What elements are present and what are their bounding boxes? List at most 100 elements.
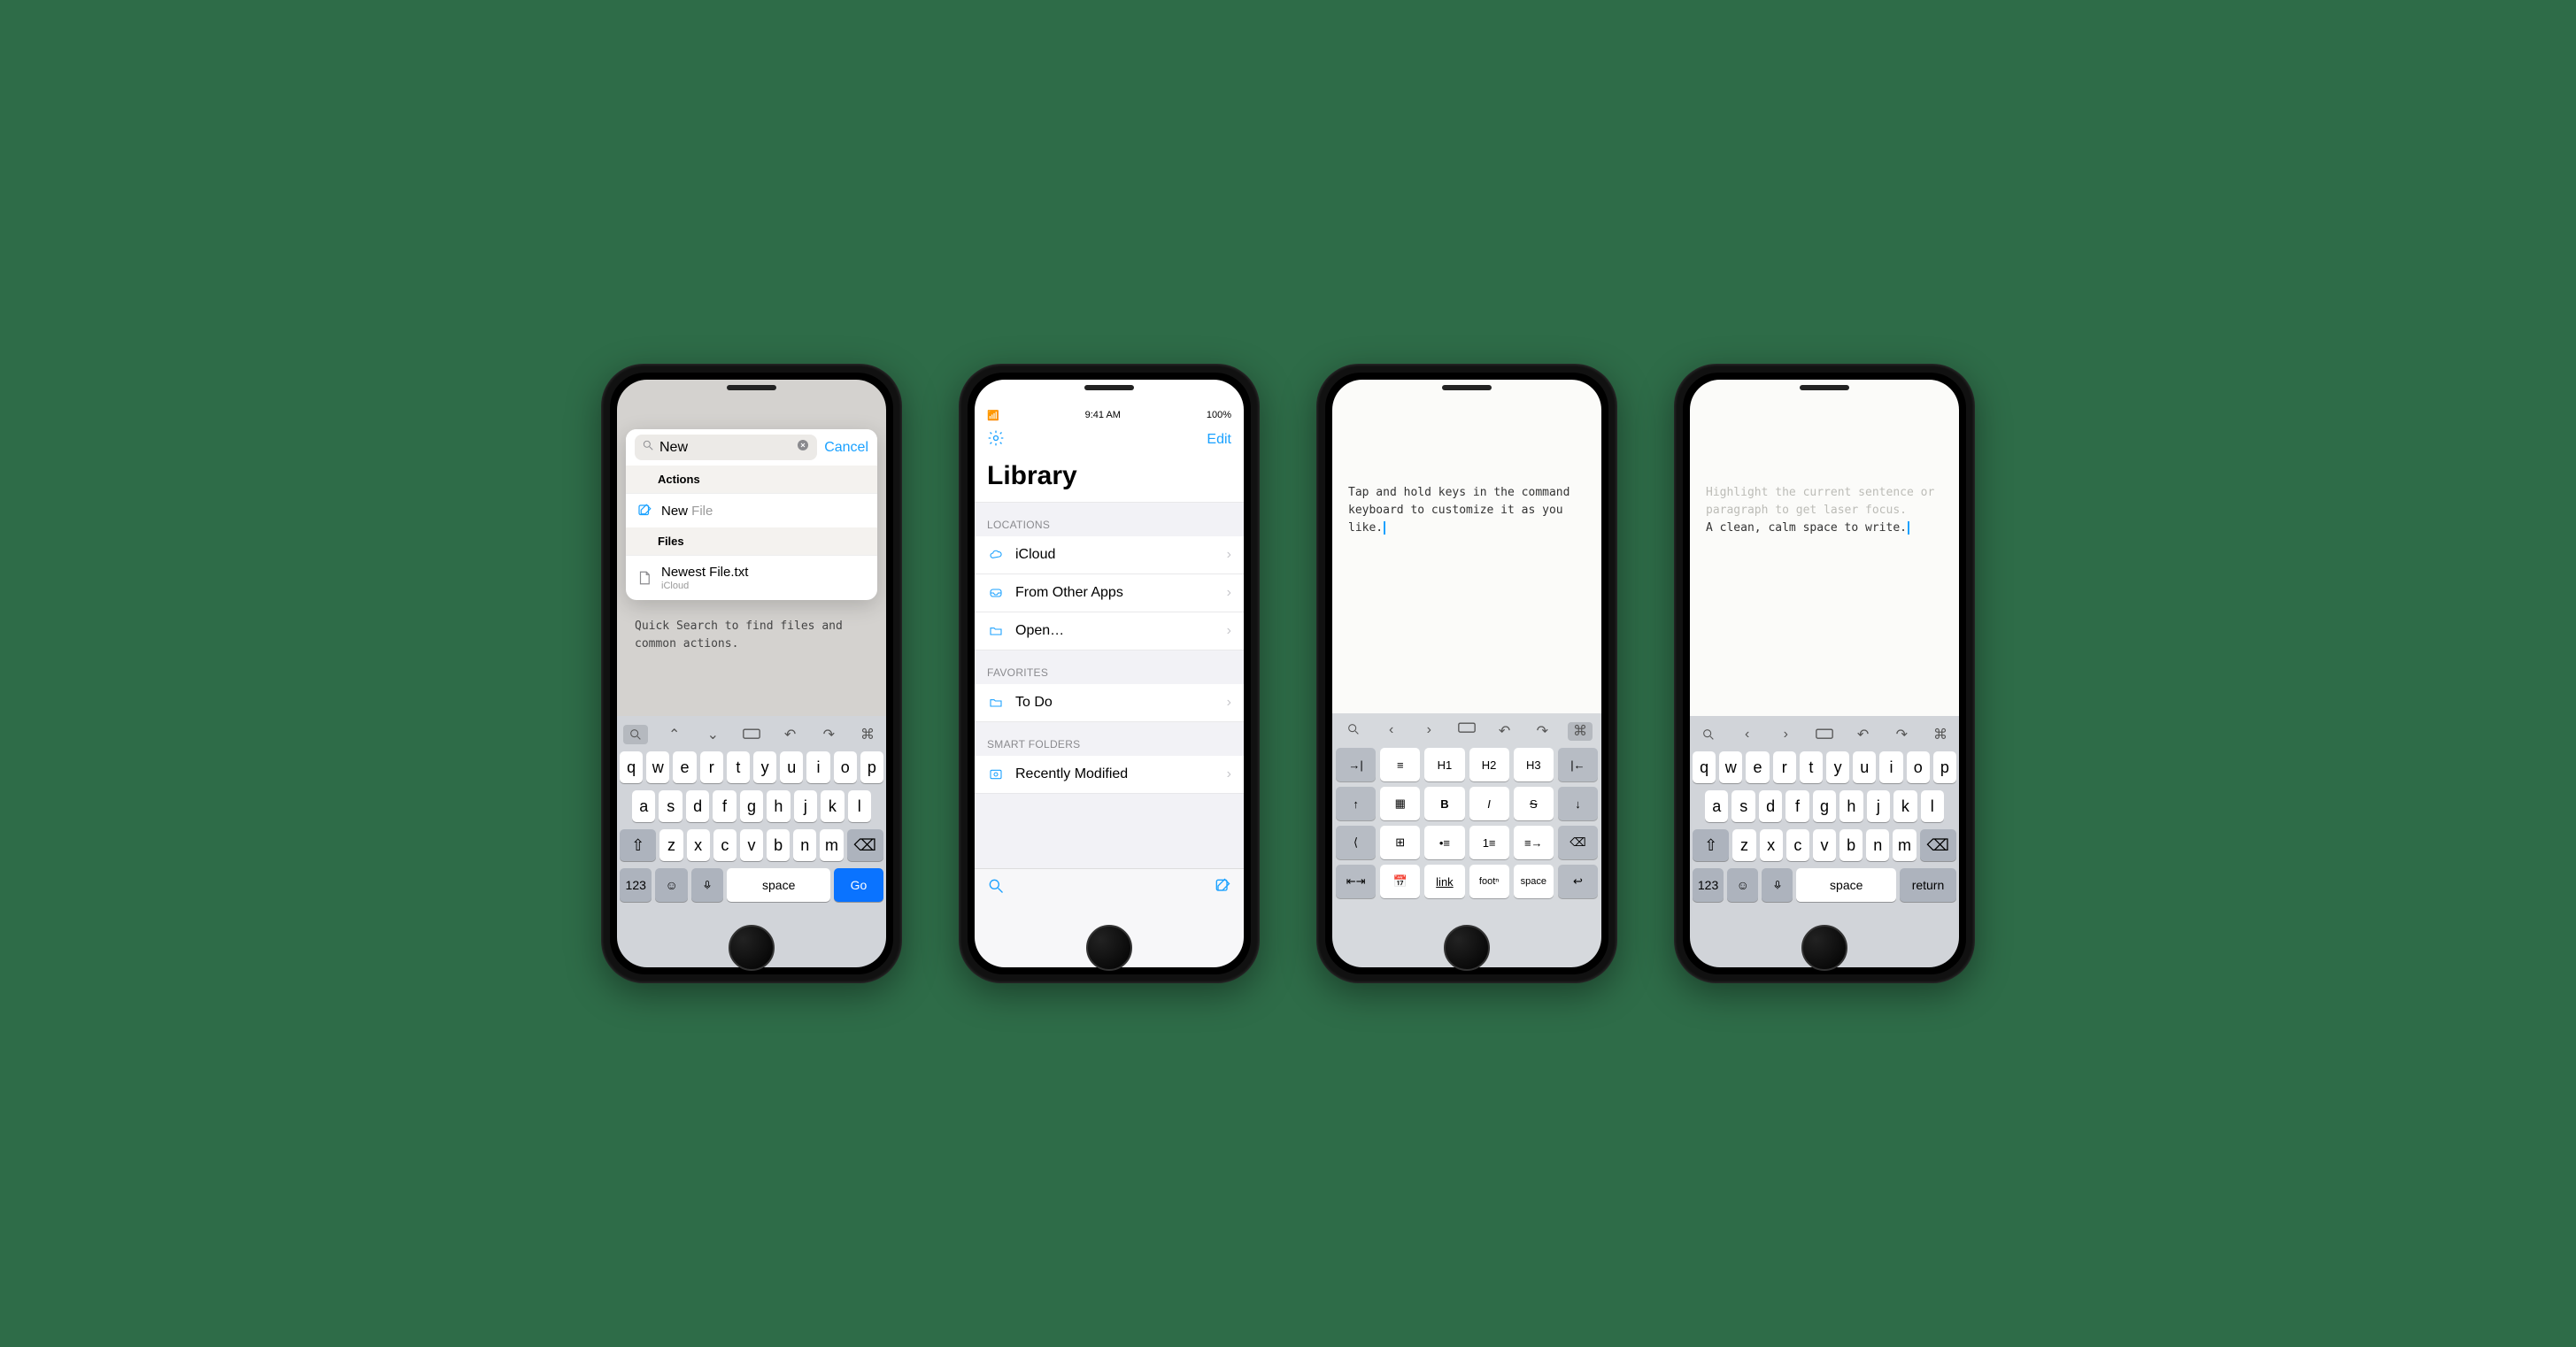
cmd-key-calendar[interactable]: 📅 xyxy=(1380,865,1420,898)
key-r[interactable]: r xyxy=(700,751,723,783)
search-tool-icon[interactable] xyxy=(623,725,648,744)
key-a[interactable]: a xyxy=(1705,790,1728,822)
cmd-key-arrow-down[interactable]: ↓ xyxy=(1558,787,1598,820)
cmd-key-H1[interactable]: H1 xyxy=(1424,748,1464,781)
key-m[interactable]: m xyxy=(820,829,843,861)
key-k[interactable]: k xyxy=(821,790,844,822)
key-t[interactable]: t xyxy=(1800,751,1823,783)
cmd-key-link[interactable]: link xyxy=(1424,865,1464,898)
key-o[interactable]: o xyxy=(834,751,857,783)
key-f[interactable]: f xyxy=(1785,790,1809,822)
key-q[interactable]: q xyxy=(620,751,643,783)
cmd-key-table[interactable]: ⊞ xyxy=(1380,826,1420,859)
next-icon[interactable]: › xyxy=(1416,722,1441,741)
key-e[interactable]: e xyxy=(673,751,696,783)
keyboard-icon[interactable] xyxy=(1812,725,1837,744)
up-icon[interactable]: ⌃ xyxy=(662,725,687,744)
redo-icon[interactable]: ↷ xyxy=(816,725,841,744)
result-new-file[interactable]: New File xyxy=(626,493,877,527)
key-n[interactable]: n xyxy=(1866,829,1889,861)
key-d[interactable]: d xyxy=(1759,790,1782,822)
down-icon[interactable]: ⌄ xyxy=(700,725,725,744)
command-icon[interactable]: ⌘ xyxy=(1568,722,1593,741)
cmd-key-back[interactable]: ⟨ xyxy=(1336,826,1376,859)
cell-todo[interactable]: To Do › xyxy=(975,684,1244,722)
undo-icon[interactable]: ↶ xyxy=(1851,725,1876,744)
key-q[interactable]: q xyxy=(1693,751,1716,783)
edit-button[interactable]: Edit xyxy=(1207,432,1231,448)
cmd-key-footn[interactable]: footⁿ xyxy=(1469,865,1509,898)
prev-icon[interactable]: ‹ xyxy=(1735,725,1760,744)
key-o[interactable]: o xyxy=(1907,751,1930,783)
home-button[interactable] xyxy=(1801,925,1847,971)
cmd-key-H2[interactable]: H2 xyxy=(1469,748,1509,781)
cmd-key-B[interactable]: B xyxy=(1424,787,1464,820)
numbers-key[interactable]: 123 xyxy=(1693,868,1724,902)
key-m[interactable]: m xyxy=(1893,829,1916,861)
key-h[interactable]: h xyxy=(1839,790,1863,822)
numbers-key[interactable]: 123 xyxy=(620,868,652,902)
cell-from-other-apps[interactable]: From Other Apps › xyxy=(975,574,1244,612)
search-field[interactable] xyxy=(635,435,817,460)
key-u[interactable]: u xyxy=(1853,751,1876,783)
key-j[interactable]: j xyxy=(1867,790,1890,822)
redo-icon[interactable]: ↷ xyxy=(1889,725,1914,744)
search-input[interactable] xyxy=(659,440,791,456)
search-tool-icon[interactable] xyxy=(1696,725,1721,744)
key-w[interactable]: w xyxy=(646,751,669,783)
return-key[interactable]: return xyxy=(1900,868,1956,902)
key-w[interactable]: w xyxy=(1719,751,1742,783)
result-newest-file[interactable]: Newest File.txt iCloud xyxy=(626,555,877,600)
key-f[interactable]: f xyxy=(713,790,736,822)
key-r[interactable]: r xyxy=(1773,751,1796,783)
key-u[interactable]: u xyxy=(780,751,803,783)
home-button[interactable] xyxy=(729,925,775,971)
key-i[interactable]: i xyxy=(1879,751,1902,783)
editor-text[interactable]: Highlight the current sentence or paragr… xyxy=(1690,422,1959,716)
cmd-key-tab-stops[interactable]: ⇤⇥ xyxy=(1336,865,1376,898)
mic-key[interactable] xyxy=(691,868,723,902)
cmd-key-image[interactable]: ▦ xyxy=(1380,787,1420,820)
emoji-key[interactable]: ☺ xyxy=(655,868,687,902)
shift-key[interactable]: ⇧ xyxy=(620,829,656,861)
key-t[interactable]: t xyxy=(727,751,750,783)
mic-key[interactable] xyxy=(1762,868,1793,902)
key-z[interactable]: z xyxy=(1732,829,1755,861)
emoji-key[interactable]: ☺ xyxy=(1727,868,1758,902)
cmd-key-backspace[interactable]: ⌫ xyxy=(1558,826,1598,859)
key-x[interactable]: x xyxy=(687,829,710,861)
cancel-button[interactable]: Cancel xyxy=(824,440,868,456)
compose-icon[interactable] xyxy=(1214,877,1231,899)
key-a[interactable]: a xyxy=(632,790,655,822)
cmd-key-indent-left[interactable]: |← xyxy=(1558,748,1598,781)
cmd-key-H3[interactable]: H3 xyxy=(1514,748,1554,781)
keyboard-icon[interactable] xyxy=(739,725,764,744)
redo-icon[interactable]: ↷ xyxy=(1530,722,1554,741)
cmd-key-list-ul[interactable]: •≡ xyxy=(1424,826,1464,859)
cmd-key-S[interactable]: S xyxy=(1514,787,1554,820)
key-g[interactable]: g xyxy=(1813,790,1836,822)
cmd-key-list-indent[interactable]: ≡→ xyxy=(1514,826,1554,859)
undo-icon[interactable]: ↶ xyxy=(778,725,803,744)
key-y[interactable]: y xyxy=(1826,751,1849,783)
cmd-key-indent-right[interactable]: →| xyxy=(1336,748,1376,781)
go-key[interactable]: Go xyxy=(834,868,883,902)
key-s[interactable]: s xyxy=(1731,790,1755,822)
key-e[interactable]: e xyxy=(1746,751,1769,783)
shift-key[interactable]: ⇧ xyxy=(1693,829,1729,861)
gear-icon[interactable] xyxy=(987,429,1005,451)
key-h[interactable]: h xyxy=(767,790,790,822)
key-p[interactable]: p xyxy=(1933,751,1956,783)
cmd-key-space[interactable]: space xyxy=(1514,865,1554,898)
space-key[interactable]: space xyxy=(1796,868,1896,902)
backspace-key[interactable]: ⌫ xyxy=(847,829,883,861)
command-icon[interactable]: ⌘ xyxy=(855,725,880,744)
key-l[interactable]: l xyxy=(1921,790,1944,822)
clear-icon[interactable] xyxy=(796,438,810,457)
key-p[interactable]: p xyxy=(860,751,883,783)
cell-icloud[interactable]: iCloud › xyxy=(975,536,1244,574)
key-g[interactable]: g xyxy=(740,790,763,822)
home-button[interactable] xyxy=(1086,925,1132,971)
cell-recently-modified[interactable]: Recently Modified › xyxy=(975,756,1244,794)
cmd-key-I[interactable]: I xyxy=(1469,787,1509,820)
